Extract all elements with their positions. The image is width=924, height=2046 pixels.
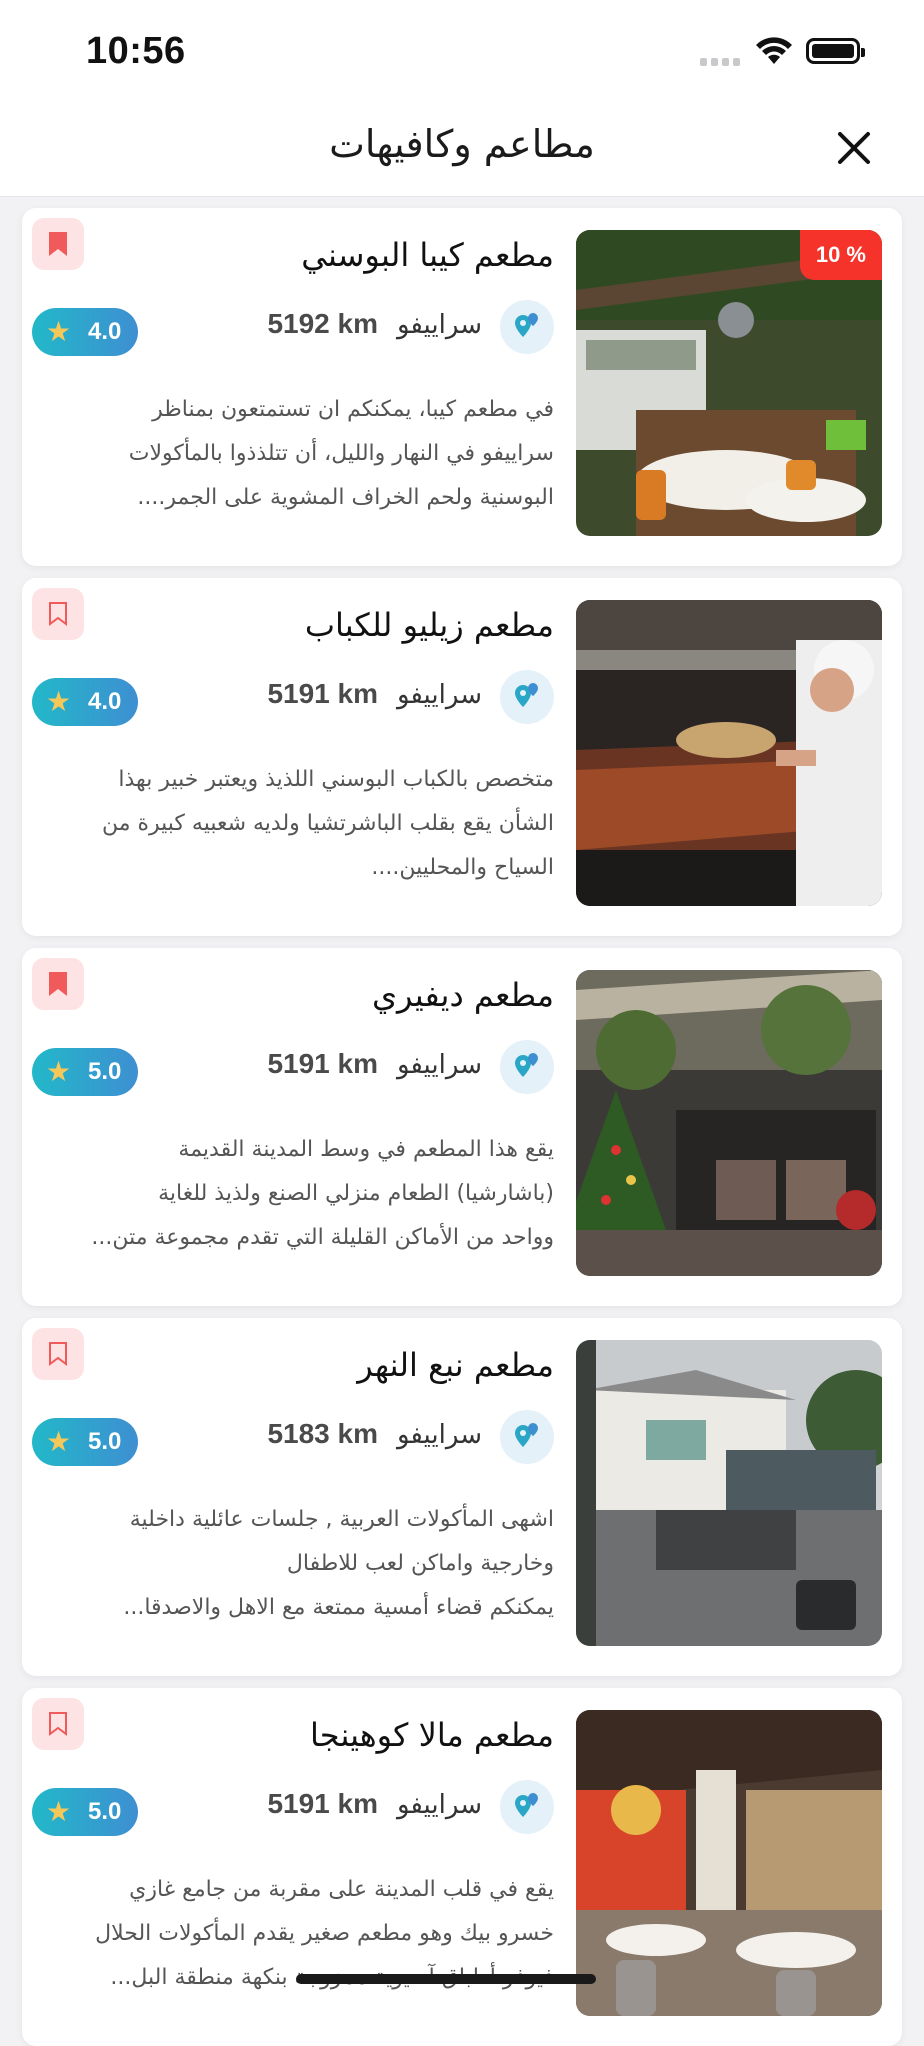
bookmark-filled-icon	[49, 972, 67, 996]
distance-label: 5191 km	[267, 1788, 378, 1819]
battery-icon	[806, 38, 865, 64]
bookmark-button[interactable]	[32, 1328, 84, 1380]
bookmark-button[interactable]	[32, 218, 84, 270]
cellular-signal-icon	[700, 58, 744, 68]
star-icon: ★	[46, 1425, 72, 1458]
restaurant-photo	[576, 970, 882, 1276]
restaurant-card[interactable]: مطعم زيليو للكباب سراييفو 5191 km ★ 4.0 …	[22, 578, 902, 936]
description-line: اشهى المأكولات العربية , جلسات عائلية دا…	[129, 1507, 554, 1532]
close-icon[interactable]	[832, 126, 876, 170]
restaurant-photo	[576, 600, 882, 906]
restaurant-name: مطعم ديفيري	[372, 976, 554, 1014]
restaurant-name: مطعم مالا كوهينجا	[310, 1716, 554, 1754]
restaurant-card[interactable]: مطعم ديفيري سراييفو 5191 km ★ 5.0 يقع هذ…	[22, 948, 902, 1306]
nav-bar: مطاعم وكافيهات	[0, 100, 924, 197]
bookmark-outline-icon	[49, 602, 67, 626]
bookmark-button[interactable]	[32, 1698, 84, 1750]
location-icon	[500, 300, 554, 354]
distance-label: 5183 km	[267, 1418, 378, 1449]
description-line: يقع هذا المطعم في وسط المدينة القديمة	[178, 1137, 554, 1162]
description-line: خسرو بيك وهو مطعم صغير يقدم المأكولات ال…	[95, 1921, 554, 1946]
restaurant-photo	[576, 1340, 882, 1646]
city-label: سراييفو	[396, 1790, 482, 1820]
rating-badge: ★ 4.0	[32, 308, 138, 356]
rating-value: 5.0	[88, 1058, 122, 1085]
rating-value: 4.0	[88, 318, 122, 345]
restaurant-name: مطعم كيبا البوسني	[301, 236, 554, 274]
description-line: يقع في قلب المدينة على مقربة من جامع غاز…	[129, 1877, 554, 1902]
description-line: سراييفو في النهار والليل، أن تتلذذوا بال…	[128, 441, 554, 466]
description-line: يمكنكم قضاء أمسية ممتعة مع الاهل والاصدق…	[123, 1595, 554, 1620]
restaurant-description: متخصص بالكباب البوسني اللذيذ ويعتبر خبير…	[74, 758, 554, 890]
city-label: سراييفو	[396, 1420, 482, 1450]
description-line: (باشارشيا) الطعام منزلي الصنع ولذيذ للغا…	[158, 1181, 554, 1206]
rating-badge: ★ 5.0	[32, 1048, 138, 1096]
description-line: في مطعم كيبا، يمكنكم ان تستمتعون بمناظر	[152, 397, 554, 422]
bookmark-outline-icon	[49, 1712, 67, 1736]
location-row: سراييفو 5191 km	[224, 1780, 554, 1834]
location-icon	[500, 1040, 554, 1094]
location-icon	[500, 670, 554, 724]
rating-badge: ★ 4.0	[32, 678, 138, 726]
star-icon: ★	[46, 1055, 72, 1088]
restaurant-description: اشهى المأكولات العربية , جلسات عائلية دا…	[74, 1498, 554, 1630]
city-label: سراييفو	[396, 1050, 482, 1080]
star-icon: ★	[46, 1795, 72, 1828]
restaurant-card[interactable]: 10 % مطعم كيبا البوسني سراييفو 5192 km ★…	[22, 208, 902, 566]
location-row: سراييفو 5183 km	[224, 1410, 554, 1464]
restaurant-card[interactable]: مطعم مالا كوهينجا سراييفو 5191 km ★ 5.0 …	[22, 1688, 902, 2046]
bookmark-outline-icon	[49, 1342, 67, 1366]
bookmark-button[interactable]	[32, 958, 84, 1010]
description-line: السياح والمحليين....	[371, 855, 554, 880]
bookmark-button[interactable]	[32, 588, 84, 640]
description-line: متخصص بالكباب البوسني اللذيذ ويعتبر خبير…	[118, 767, 554, 792]
page-title: مطاعم وكافيهات	[329, 122, 595, 166]
restaurant-photo: 10 %	[576, 230, 882, 536]
restaurant-card[interactable]: مطعم نبع النهر سراييفو 5183 km ★ 5.0 اشه…	[22, 1318, 902, 1676]
home-indicator	[296, 1974, 596, 1984]
location-icon	[500, 1410, 554, 1464]
status-bar: 10:56	[0, 0, 924, 100]
restaurant-name: مطعم نبع النهر	[357, 1346, 554, 1384]
description-line: الشأن يقع بقلب الباشرتشيا ولديه شعبيه كب…	[101, 811, 554, 836]
location-row: سراييفو 5192 km	[224, 300, 554, 354]
description-line: وخارجية واماكن لعب للاطفال	[286, 1551, 554, 1576]
star-icon: ★	[46, 685, 72, 718]
location-row: سراييفو 5191 km	[224, 1040, 554, 1094]
restaurant-description: في مطعم كيبا، يمكنكم ان تستمتعون بمناظر …	[74, 388, 554, 520]
status-time: 10:56	[86, 30, 186, 72]
discount-badge: 10 %	[799, 230, 882, 280]
rating-value: 5.0	[88, 1428, 122, 1455]
city-label: سراييفو	[396, 680, 482, 710]
star-icon: ★	[46, 315, 72, 348]
restaurant-description: يقع هذا المطعم في وسط المدينة القديمة (ب…	[74, 1128, 554, 1260]
distance-label: 5191 km	[267, 678, 378, 709]
wifi-icon	[756, 37, 792, 64]
rating-badge: ★ 5.0	[32, 1788, 138, 1836]
city-label: سراييفو	[396, 310, 482, 340]
rating-value: 5.0	[88, 1798, 122, 1825]
bookmark-filled-icon	[49, 232, 67, 256]
distance-label: 5191 km	[267, 1048, 378, 1079]
location-icon	[500, 1780, 554, 1834]
description-line: وواحد من الأماكن القليلة التي تقدم مجموع…	[91, 1225, 554, 1250]
location-row: سراييفو 5191 km	[224, 670, 554, 724]
description-line: البوسنية ولحم الخراف المشوية على الجمر..…	[137, 485, 554, 510]
restaurant-name: مطعم زيليو للكباب	[304, 606, 554, 644]
distance-label: 5192 km	[267, 308, 378, 339]
rating-badge: ★ 5.0	[32, 1418, 138, 1466]
rating-value: 4.0	[88, 688, 122, 715]
restaurant-photo	[576, 1710, 882, 2016]
